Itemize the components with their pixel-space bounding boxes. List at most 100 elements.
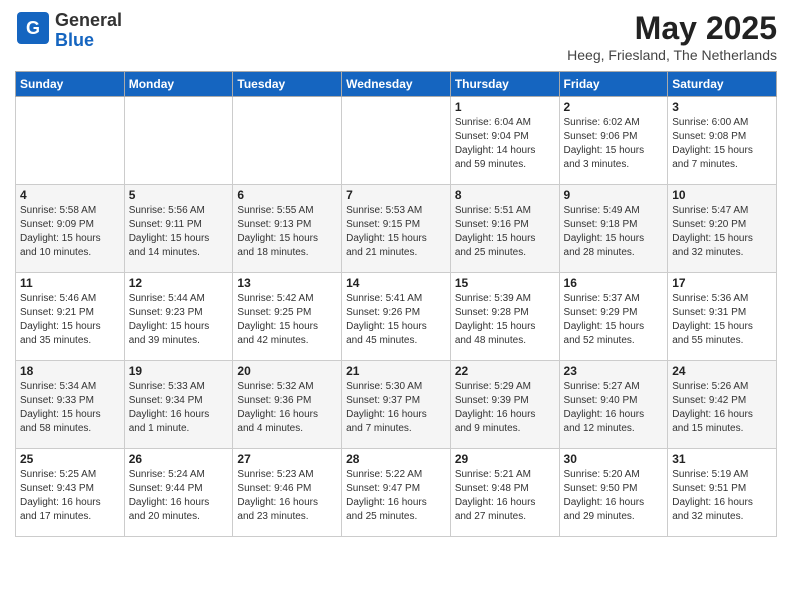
svg-text:G: G: [26, 18, 40, 38]
calendar-cell: 16 Sunrise: 5:37 AM Sunset: 9:29 PM Dayli…: [559, 273, 668, 361]
day-number: 3: [672, 100, 772, 114]
calendar-cell: [16, 97, 125, 185]
day-info: Sunrise: 5:25 AM Sunset: 9:43 PM Dayligh…: [20, 468, 120, 524]
day-number: 17: [672, 276, 772, 290]
calendar-table: Sunday Monday Tuesday Wednesday Thursday…: [15, 71, 777, 537]
calendar-cell: 28 Sunrise: 5:22 AM Sunset: 9:47 PM Dayli…: [342, 449, 451, 537]
header-thursday: Thursday: [450, 72, 559, 97]
logo-icon: G: [15, 10, 51, 46]
calendar-cell: 15Sunrise: 5:39 AM Sunset: 9:28 PM Dayli…: [450, 273, 559, 361]
day-number: 1: [455, 100, 555, 114]
day-number: 31: [672, 452, 772, 466]
calendar-cell: 24Sunrise: 5:26 AM Sunset: 9:42 PM Dayli…: [668, 361, 777, 449]
calendar-cell: 8 Sunrise: 5:51 AM Sunset: 9:16 PM Daylig…: [450, 185, 559, 273]
calendar-cell: 26Sunrise: 5:24 AM Sunset: 9:44 PM Dayli…: [124, 449, 233, 537]
title-area: May 2025 Heeg, Friesland, The Netherland…: [567, 10, 777, 63]
day-number: 28: [346, 452, 446, 466]
calendar-cell: 20 Sunrise: 5:32 AM Sunset: 9:36 PM Dayli…: [233, 361, 342, 449]
day-number: 4: [20, 188, 120, 202]
day-number: 24: [672, 364, 772, 378]
day-info: Sunrise: 5:56 AM Sunset: 9:11 PM Dayligh…: [129, 204, 229, 260]
header: G General Blue May 2025 Heeg, Friesland,…: [15, 10, 777, 63]
calendar-cell: 4 Sunrise: 5:58 AM Sunset: 9:09 PM Daylig…: [16, 185, 125, 273]
day-number: 6: [237, 188, 337, 202]
calendar-cell: 29 Sunrise: 5:21 AM Sunset: 9:48 PM Dayli…: [450, 449, 559, 537]
day-info: Sunrise: 5:19 AM Sunset: 9:51 PM Dayligh…: [672, 468, 772, 524]
day-info: Sunrise: 5:34 AM Sunset: 9:33 PM Dayligh…: [20, 380, 120, 436]
calendar-cell: 11Sunrise: 5:46 AM Sunset: 9:21 PM Dayli…: [16, 273, 125, 361]
day-info: Sunrise: 5:49 AM Sunset: 9:18 PM Dayligh…: [564, 204, 664, 260]
header-sunday: Sunday: [16, 72, 125, 97]
day-number: 9: [564, 188, 664, 202]
day-number: 2: [564, 100, 664, 114]
day-info: Sunrise: 6:04 AM Sunset: 9:04 PM Dayligh…: [455, 116, 555, 172]
header-saturday: Saturday: [668, 72, 777, 97]
day-info: Sunrise: 5:55 AM Sunset: 9:13 PM Dayligh…: [237, 204, 337, 260]
month-title: May 2025: [567, 10, 777, 47]
calendar-cell: 7 Sunrise: 5:53 AM Sunset: 9:15 PM Daylig…: [342, 185, 451, 273]
day-number: 13: [237, 276, 337, 290]
day-number: 16: [564, 276, 664, 290]
day-info: Sunrise: 5:27 AM Sunset: 9:40 PM Dayligh…: [564, 380, 664, 436]
day-info: Sunrise: 5:42 AM Sunset: 9:25 PM Dayligh…: [237, 292, 337, 348]
page: G General Blue May 2025 Heeg, Friesland,…: [0, 0, 792, 547]
calendar-cell: 9 Sunrise: 5:49 AM Sunset: 9:18 PM Daylig…: [559, 185, 668, 273]
day-info: Sunrise: 5:21 AM Sunset: 9:48 PM Dayligh…: [455, 468, 555, 524]
calendar-cell: 10Sunrise: 5:47 AM Sunset: 9:20 PM Dayli…: [668, 185, 777, 273]
day-info: Sunrise: 5:36 AM Sunset: 9:31 PM Dayligh…: [672, 292, 772, 348]
calendar-cell: 13 Sunrise: 5:42 AM Sunset: 9:25 PM Dayli…: [233, 273, 342, 361]
day-info: Sunrise: 5:39 AM Sunset: 9:28 PM Dayligh…: [455, 292, 555, 348]
day-info: Sunrise: 5:30 AM Sunset: 9:37 PM Dayligh…: [346, 380, 446, 436]
day-info: Sunrise: 5:22 AM Sunset: 9:47 PM Dayligh…: [346, 468, 446, 524]
day-number: 19: [129, 364, 229, 378]
day-info: Sunrise: 5:53 AM Sunset: 9:15 PM Dayligh…: [346, 204, 446, 260]
day-number: 7: [346, 188, 446, 202]
day-number: 29: [455, 452, 555, 466]
calendar-cell: 21 Sunrise: 5:30 AM Sunset: 9:37 PM Dayli…: [342, 361, 451, 449]
day-info: Sunrise: 5:33 AM Sunset: 9:34 PM Dayligh…: [129, 380, 229, 436]
day-info: Sunrise: 5:46 AM Sunset: 9:21 PM Dayligh…: [20, 292, 120, 348]
day-number: 21: [346, 364, 446, 378]
calendar-cell: 25 Sunrise: 5:25 AM Sunset: 9:43 PM Dayli…: [16, 449, 125, 537]
calendar-cell: 19 Sunrise: 5:33 AM Sunset: 9:34 PM Dayli…: [124, 361, 233, 449]
calendar-cell: 23 Sunrise: 5:27 AM Sunset: 9:40 PM Dayli…: [559, 361, 668, 449]
day-info: Sunrise: 5:58 AM Sunset: 9:09 PM Dayligh…: [20, 204, 120, 260]
day-info: Sunrise: 5:20 AM Sunset: 9:50 PM Dayligh…: [564, 468, 664, 524]
day-info: Sunrise: 5:32 AM Sunset: 9:36 PM Dayligh…: [237, 380, 337, 436]
location: Heeg, Friesland, The Netherlands: [567, 47, 777, 63]
day-number: 12: [129, 276, 229, 290]
day-number: 22: [455, 364, 555, 378]
header-friday: Friday: [559, 72, 668, 97]
day-number: 20: [237, 364, 337, 378]
header-monday: Monday: [124, 72, 233, 97]
calendar-cell: 6 Sunrise: 5:55 AM Sunset: 9:13 PM Daylig…: [233, 185, 342, 273]
day-info: Sunrise: 5:29 AM Sunset: 9:39 PM Dayligh…: [455, 380, 555, 436]
calendar-cell: 22 Sunrise: 5:29 AM Sunset: 9:39 PM Dayli…: [450, 361, 559, 449]
calendar-cell: 3Sunrise: 6:00 AM Sunset: 9:08 PM Daylig…: [668, 97, 777, 185]
day-number: 8: [455, 188, 555, 202]
calendar-cell: 14 Sunrise: 5:41 AM Sunset: 9:26 PM Dayli…: [342, 273, 451, 361]
day-info: Sunrise: 5:51 AM Sunset: 9:16 PM Dayligh…: [455, 204, 555, 260]
day-info: Sunrise: 5:24 AM Sunset: 9:44 PM Dayligh…: [129, 468, 229, 524]
calendar-cell: 27Sunrise: 5:23 AM Sunset: 9:46 PM Dayli…: [233, 449, 342, 537]
calendar-cell: [233, 97, 342, 185]
day-number: 23: [564, 364, 664, 378]
calendar-cell: 17 Sunrise: 5:36 AM Sunset: 9:31 PM Dayli…: [668, 273, 777, 361]
calendar-cell: 30 Sunrise: 5:20 AM Sunset: 9:50 PM Dayli…: [559, 449, 668, 537]
calendar-week-3: 11Sunrise: 5:46 AM Sunset: 9:21 PM Dayli…: [16, 273, 777, 361]
calendar-week-1: 1 Sunrise: 6:04 AM Sunset: 9:04 PM Daylig…: [16, 97, 777, 185]
calendar-cell: 31 Sunrise: 5:19 AM Sunset: 9:51 PM Dayli…: [668, 449, 777, 537]
calendar-cell: 2 Sunrise: 6:02 AM Sunset: 9:06 PM Daylig…: [559, 97, 668, 185]
day-number: 30: [564, 452, 664, 466]
day-number: 5: [129, 188, 229, 202]
day-number: 25: [20, 452, 120, 466]
day-info: Sunrise: 5:23 AM Sunset: 9:46 PM Dayligh…: [237, 468, 337, 524]
day-info: Sunrise: 5:37 AM Sunset: 9:29 PM Dayligh…: [564, 292, 664, 348]
calendar-week-4: 18Sunrise: 5:34 AM Sunset: 9:33 PM Dayli…: [16, 361, 777, 449]
calendar-cell: [124, 97, 233, 185]
day-info: Sunrise: 5:41 AM Sunset: 9:26 PM Dayligh…: [346, 292, 446, 348]
day-info: Sunrise: 6:02 AM Sunset: 9:06 PM Dayligh…: [564, 116, 664, 172]
calendar-cell: 1 Sunrise: 6:04 AM Sunset: 9:04 PM Daylig…: [450, 97, 559, 185]
day-number: 14: [346, 276, 446, 290]
calendar-week-2: 4 Sunrise: 5:58 AM Sunset: 9:09 PM Daylig…: [16, 185, 777, 273]
